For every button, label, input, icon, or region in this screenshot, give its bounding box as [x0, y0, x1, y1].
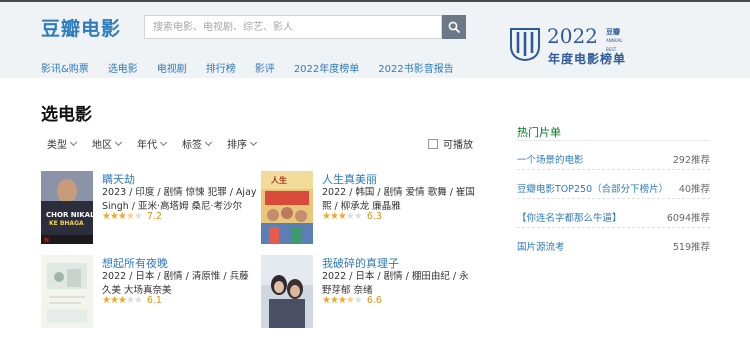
hot-lists-title: 热门片单 — [517, 126, 561, 139]
nav-item-charts[interactable]: 排行榜 — [206, 60, 236, 75]
douban-annual-emblem-icon — [510, 28, 540, 62]
search-button[interactable] — [442, 15, 466, 39]
rating-stars: ★★★★★ — [102, 295, 143, 306]
list-item-count: 40推荐 — [678, 184, 710, 195]
annual-list-banner[interactable]: 2022 豆瓣 ANNUAL BEST 年度电影榜单 — [508, 24, 633, 68]
movie-rating: ★★★★★ 6.1 — [102, 295, 162, 306]
svg-text:人生: 人生 — [271, 175, 287, 185]
chevron-down-icon — [249, 138, 258, 146]
nav-item-tickets[interactable]: 影讯&购票 — [41, 60, 89, 75]
filter-label: 年代 — [137, 140, 157, 151]
playable-toggle[interactable]: 可播放 — [428, 136, 473, 151]
nav-item-explore-movies[interactable]: 选电影 — [108, 60, 138, 75]
movie-poster[interactable]: CHOR NIKAL KE BHAGA N — [41, 171, 93, 244]
movie-title[interactable]: 想起所有夜晚 — [102, 255, 168, 271]
list-item: 一个场景的电影 292推荐 — [517, 140, 710, 169]
list-item: 【你连名字都那么牛逼】 6094推荐 — [517, 198, 710, 227]
filter-label: 类型 — [47, 140, 67, 151]
playable-checkbox[interactable] — [428, 138, 438, 149]
rating-score: 6.3 — [366, 211, 382, 222]
filter-sort[interactable]: 排序 — [227, 136, 258, 151]
movie-card: 我破碎的真理子 2022 / 日本 / 剧情 / 棚田由纪 / 永野芽郁 奈绪 … — [261, 255, 476, 330]
rating-score: 6.1 — [146, 295, 162, 306]
movie-poster[interactable] — [261, 255, 313, 328]
nav-item-annual-list[interactable]: 2022年度榜单 — [294, 60, 359, 75]
page-title: 选电影 — [41, 105, 92, 125]
list-item-count: 292推荐 — [672, 155, 710, 166]
filter-bar: 类型 地区 年代 标签 排序 — [47, 136, 272, 151]
list-item-name[interactable]: 一个场景的电影 — [517, 152, 584, 166]
movie-rating: ★★★★★ 6.3 — [322, 211, 382, 222]
movie-card: 想起所有夜晚 2022 / 日本 / 剧情 / 清原惟 / 兵藤久美 大场真奈美… — [41, 255, 256, 330]
movie-title[interactable]: 人生真美丽 — [322, 171, 377, 187]
nav-item-tv[interactable]: 电视剧 — [157, 60, 187, 75]
movie-poster[interactable] — [41, 255, 93, 328]
filter-tag[interactable]: 标签 — [182, 136, 213, 151]
main-nav: 影讯&购票 选电影 电视剧 排行榜 影评 2022年度榜单 2022书影音报告 — [41, 60, 473, 75]
rating-stars: ★★★★★ — [102, 211, 143, 222]
svg-text:N: N — [44, 237, 49, 244]
movie-poster[interactable]: 人生 — [261, 171, 313, 244]
chevron-down-icon — [69, 138, 78, 146]
playable-label: 可播放 — [443, 140, 473, 151]
list-item: 豆瓣电影TOP250（合部分下榜片） 40推荐 — [517, 169, 710, 198]
list-item: 国片源流考 519推荐 — [517, 227, 710, 256]
list-item-name[interactable]: 豆瓣电影TOP250（合部分下榜片） — [517, 181, 668, 195]
movie-meta: 2022 / 日本 / 剧情 / 棚田由纪 / 永野芽郁 奈绪 — [322, 271, 469, 296]
list-item-count: 519推荐 — [672, 242, 710, 253]
movie-card: CHOR NIKAL KE BHAGA N 瞒天劫 2023 / 印度 / 剧情… — [41, 171, 257, 246]
chevron-down-icon — [114, 138, 123, 146]
nav-item-annual-report[interactable]: 2022书影音报告 — [378, 60, 453, 75]
svg-text:KE BHAGA: KE BHAGA — [49, 220, 84, 227]
search-input[interactable] — [144, 15, 442, 39]
movie-title[interactable]: 瞒天劫 — [102, 171, 135, 187]
hot-lists: 一个场景的电影 292推荐 豆瓣电影TOP250（合部分下榜片） 40推荐 【你… — [517, 140, 710, 256]
movie-meta: 2022 / 韩国 / 剧情 爱情 歌舞 / 崔国熙 / 柳承龙 廉晶雅 — [322, 187, 475, 212]
nav-item-reviews[interactable]: 影评 — [255, 60, 275, 75]
movie-meta: 2022 / 日本 / 剧情 / 清原惟 / 兵藤久美 大场真奈美 — [102, 271, 249, 296]
top-header: 豆瓣电影 影讯&购票 选电影 电视剧 排行榜 影评 2022年度榜单 2022书… — [0, 0, 750, 78]
banner-year: 2022 — [547, 24, 598, 48]
chevron-down-icon — [204, 138, 213, 146]
list-item-count: 6094推荐 — [666, 213, 710, 224]
rating-score: 6.6 — [366, 295, 382, 306]
movie-meta: 2023 / 印度 / 剧情 惊悚 犯罪 / Ajay Singh / 亚米·高… — [102, 187, 257, 212]
list-item-name[interactable]: 【你连名字都那么牛逼】 — [517, 210, 622, 224]
movie-rating: ★★★★★ 6.6 — [322, 295, 382, 306]
list-item-name[interactable]: 国片源流考 — [517, 239, 565, 253]
search-icon — [448, 21, 460, 33]
filter-label: 地区 — [92, 140, 112, 151]
search-bar — [144, 15, 466, 39]
banner-subtitle: 年度电影榜单 — [548, 52, 627, 66]
movie-title[interactable]: 我破碎的真理子 — [322, 255, 399, 271]
filter-region[interactable]: 地区 — [92, 136, 123, 151]
movie-card: 人生 人生真美丽 2022 / 韩国 / 剧情 爱情 歌舞 / 崔国熙 / 柳承… — [261, 171, 476, 246]
chevron-down-icon — [159, 138, 168, 146]
filter-genre[interactable]: 类型 — [47, 136, 78, 151]
rating-stars: ★★★★★ — [322, 295, 363, 306]
filter-year[interactable]: 年代 — [137, 136, 168, 151]
svg-text:CHOR NIKAL: CHOR NIKAL — [46, 211, 93, 219]
douban-movie-logo[interactable]: 豆瓣电影 — [41, 14, 121, 41]
filter-label: 排序 — [227, 140, 247, 151]
movie-rating: ★★★★★ 7.2 — [102, 211, 162, 222]
rating-stars: ★★★★★ — [322, 211, 363, 222]
rating-score: 7.2 — [146, 211, 162, 222]
filter-label: 标签 — [182, 140, 202, 151]
